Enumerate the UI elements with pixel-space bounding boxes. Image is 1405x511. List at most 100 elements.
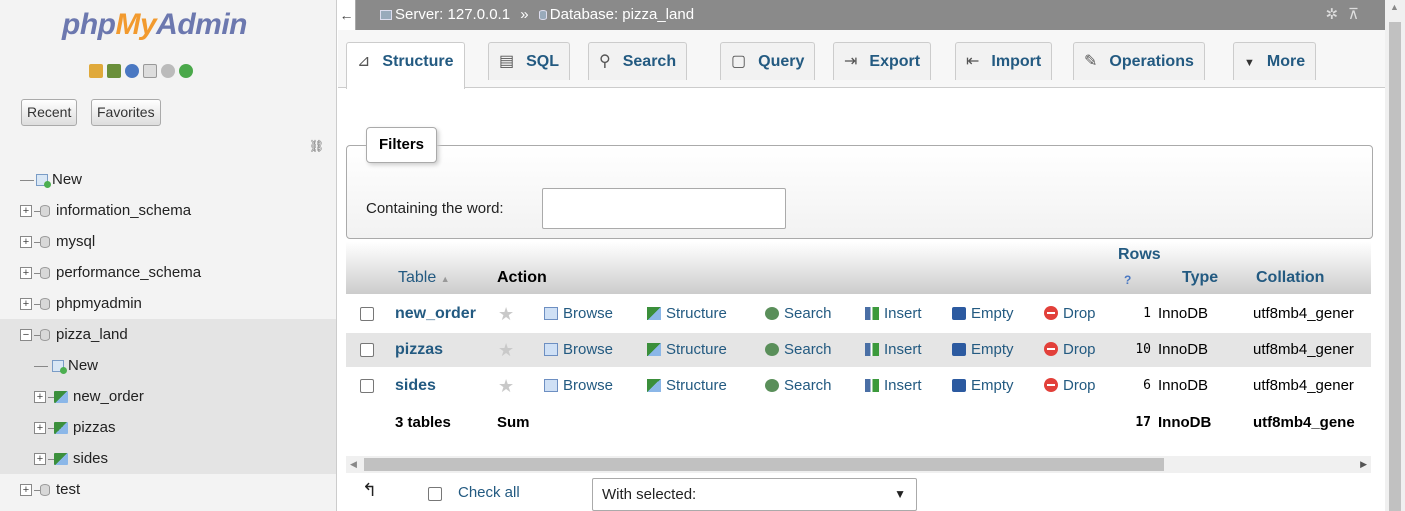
tab-operations[interactable]: ✎ Operations [1073,42,1205,80]
favorite-star-icon[interactable]: ★ [498,369,514,403]
scroll-top-icon[interactable]: ⊼ [1348,6,1369,23]
tree-item-pizzas[interactable]: + pizzas [0,412,336,443]
drop-action[interactable]: Drop [1044,369,1096,403]
filter-text-input[interactable] [542,188,786,229]
table-column-header[interactable]: Table ▲ [398,269,450,287]
tab-import[interactable]: ⇤ Import [955,42,1053,80]
favorites-button[interactable]: Favorites [91,99,161,126]
help-icon[interactable]: ? [1124,273,1131,287]
recent-button[interactable]: Recent [21,99,78,126]
new-table-icon [52,360,67,375]
browse-action[interactable]: Browse [544,369,613,403]
search-icon: ⚲ [599,53,611,70]
expand-icon[interactable]: + [20,484,32,497]
browse-icon [544,379,558,392]
search-icon [765,343,779,356]
expand-icon[interactable]: + [34,453,46,466]
tree-item-pizza-land-new[interactable]: New [0,350,336,381]
scrollbar-thumb[interactable] [364,458,1164,471]
structure-action[interactable]: Structure [647,297,727,331]
tab-sql[interactable]: ▤ SQL [488,42,571,80]
settings-icon[interactable] [161,64,175,78]
collapse-icon[interactable]: − [20,329,32,342]
empty-action[interactable]: Empty [952,369,1014,403]
table-name-link[interactable]: new_order [395,297,476,331]
check-all-checkbox[interactable] [428,487,442,501]
insert-icon [865,343,879,356]
browse-action[interactable]: Browse [544,297,613,331]
tab-query[interactable]: ▢ Query [720,42,816,80]
expand-icon[interactable]: + [34,391,46,404]
settings-gear-icon[interactable]: ✲ [1325,6,1348,23]
reload-icon[interactable] [179,64,193,78]
engine-type: InnoDB [1158,377,1209,394]
tab-more[interactable]: ▼ More [1233,42,1317,80]
structure-action[interactable]: Structure [647,333,727,367]
collapse-nav-arrow-icon[interactable]: ← [338,0,356,30]
check-all-label[interactable]: Check all [458,484,520,501]
link-icon[interactable]: ⛓ [309,139,324,153]
tree-item-new-order[interactable]: + new_order [0,381,336,412]
empty-action[interactable]: Empty [952,297,1014,331]
docs-icon[interactable] [143,64,157,78]
database-icon [40,236,50,249]
search-action[interactable]: Search [765,333,832,367]
favorite-star-icon[interactable]: ★ [498,333,514,367]
phpmyadmin-logo[interactable]: phpMyAdmin [62,8,247,42]
empty-action[interactable]: Empty [952,333,1014,367]
insert-icon [865,379,879,392]
insert-action[interactable]: Insert [865,333,922,367]
tab-export[interactable]: ⇥ Export [833,42,932,80]
insert-action[interactable]: Insert [865,297,922,331]
expand-icon[interactable]: + [20,298,32,311]
table-name-link[interactable]: pizzas [395,333,443,367]
expand-icon[interactable]: + [20,267,32,280]
tree-item-pizza-land[interactable]: − pizza_land [0,319,336,350]
row-checkbox[interactable] [360,379,374,393]
rows-column-header[interactable]: Rows [1118,246,1161,264]
tree-item-new[interactable]: New [0,164,336,195]
favorite-star-icon[interactable]: ★ [498,297,514,331]
tree-item-mysql[interactable]: + mysql [0,226,336,257]
row-checkbox[interactable] [360,307,374,321]
arrow-ltr-icon: ↰ [362,480,378,500]
tree-item-performance-schema[interactable]: + performance_schema [0,257,336,288]
search-action[interactable]: Search [765,369,832,403]
logout-icon[interactable] [107,64,121,78]
row-checkbox[interactable] [360,343,374,357]
insert-action[interactable]: Insert [865,369,922,403]
tree-item-sides[interactable]: + sides [0,443,336,474]
breadcrumb-server[interactable]: Server: 127.0.0.1 [395,6,510,23]
tab-structure[interactable]: ⊿ Structure [346,42,465,89]
scroll-up-icon[interactable]: ▲ [1390,2,1399,12]
database-icon [40,298,50,311]
browse-action[interactable]: Browse [544,333,613,367]
structure-action[interactable]: Structure [647,369,727,403]
help-icon[interactable] [125,64,139,78]
drop-action[interactable]: Drop [1044,297,1096,331]
expand-icon[interactable]: + [20,205,32,218]
collation-column-header[interactable]: Collation [1256,269,1324,287]
vertical-scrollbar[interactable]: ▲ [1385,0,1405,511]
scroll-left-icon[interactable]: ◀ [350,456,357,473]
home-icon[interactable] [89,64,103,78]
type-column-header[interactable]: Type [1182,269,1218,287]
drop-action[interactable]: Drop [1044,333,1096,367]
tree-item-phpmyadmin[interactable]: + phpmyadmin [0,288,336,319]
expand-icon[interactable]: + [20,236,32,249]
topbar-controls: ✲⊼ [1325,0,1369,30]
scroll-right-icon[interactable]: ▶ [1360,456,1367,473]
browse-icon [544,307,558,320]
tree-item-test[interactable]: + test [0,474,336,505]
with-selected-dropdown[interactable]: With selected: ▼ [592,478,917,511]
tree-item-information-schema[interactable]: + information_schema [0,195,336,226]
breadcrumb-separator: » [520,6,529,23]
table-name-link[interactable]: sides [395,369,436,403]
collation-value: utf8mb4_gener [1253,341,1354,358]
search-action[interactable]: Search [765,297,832,331]
expand-icon[interactable]: + [34,422,46,435]
breadcrumb-database[interactable]: Database: pizza_land [550,6,694,23]
scrollbar-thumb[interactable] [1389,22,1401,511]
tab-search[interactable]: ⚲ Search [588,42,688,80]
horizontal-scrollbar[interactable]: ◀ ▶ [346,456,1371,473]
